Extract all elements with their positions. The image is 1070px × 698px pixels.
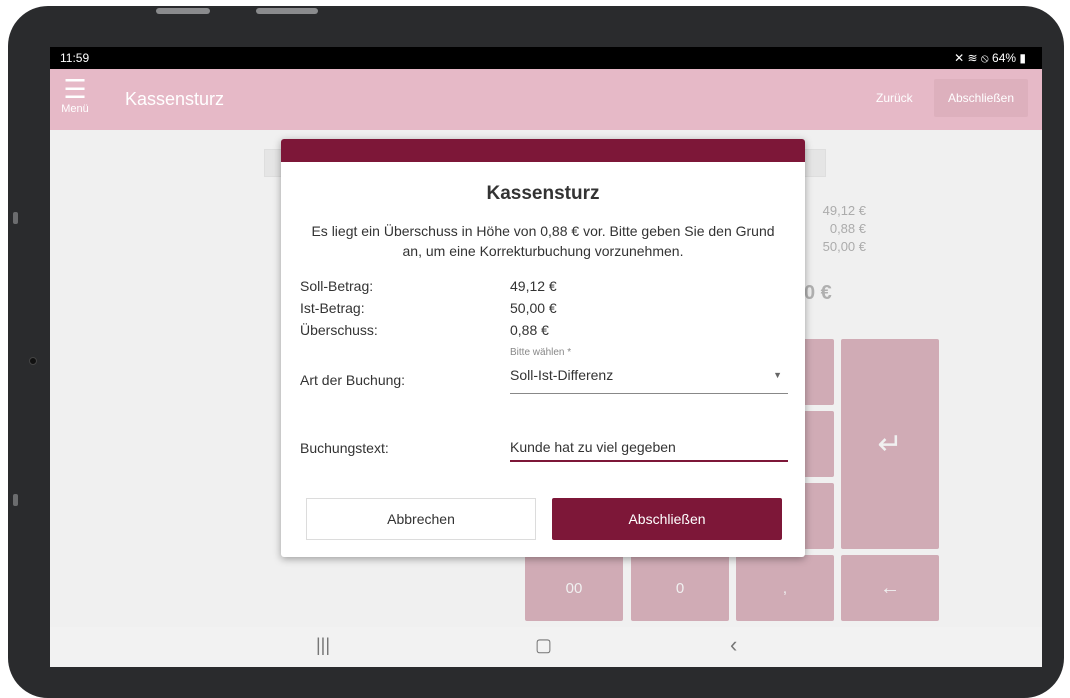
dialog-header-bar (281, 139, 805, 162)
dropdown-arrow-icon: ▼ (773, 370, 782, 380)
app-bar: ☰ Menü Kassensturz Zurück Abschließen (50, 69, 1042, 130)
dialog-title: Kassensturz (486, 183, 600, 204)
home-icon[interactable]: ▢ (535, 635, 552, 656)
ist-label: Ist-Betrag: (300, 300, 365, 316)
cancel-button[interactable]: Abbrechen (306, 498, 536, 540)
battery-level: 64% (992, 51, 1017, 65)
confirm-button[interactable]: Abschließen (552, 498, 782, 540)
booking-type-value: Soll-Ist-Differenz (510, 367, 614, 383)
side-button (13, 494, 18, 506)
booking-type-hint: Bitte wählen * (510, 347, 572, 358)
status-time: 11:59 (60, 51, 90, 65)
surplus-label: Überschuss: (300, 322, 378, 338)
screen: 11:59 ✕ ≋ ⦸ 64% ▮ ☰ Menü Kassensturz Zur… (50, 47, 1042, 667)
correction-dialog: Kassensturz Es liegt ein Überschuss in H… (281, 139, 805, 557)
soll-label: Soll-Betrag: (300, 278, 374, 294)
back-icon[interactable]: ‹ (730, 632, 737, 658)
ist-value: 50,00 € (510, 300, 557, 316)
dialog-message: Es liegt ein Überschuss in Höhe von 0,88… (311, 223, 775, 259)
status-icons-glyphs: ✕ ≋ ⦸ (954, 51, 989, 65)
status-icons: ✕ ≋ ⦸ 64% ▮ (954, 51, 1026, 66)
battery-icon: ▮ (1019, 51, 1026, 65)
side-button (13, 212, 18, 224)
booking-text-input[interactable] (510, 433, 788, 462)
soll-value: 49,12 € (510, 278, 557, 294)
hamburger-icon: ☰ (63, 74, 87, 104)
booking-type-label: Art der Buchung: (300, 372, 406, 388)
status-bar: 11:59 ✕ ≋ ⦸ 64% ▮ (50, 47, 1042, 69)
power-button (256, 8, 318, 14)
menu-button[interactable]: ☰ Menü (58, 75, 92, 123)
system-nav-bar: ||| ▢ ‹ (50, 627, 1042, 667)
surplus-value: 0,88 € (510, 322, 549, 338)
back-button[interactable]: Zurück (876, 91, 913, 105)
volume-button (156, 8, 210, 14)
camera-icon (29, 357, 37, 365)
finish-button-top[interactable]: Abschließen (934, 79, 1028, 117)
menu-label: Menü (61, 103, 89, 115)
booking-type-select[interactable]: Soll-Ist-Differenz ▼ (510, 361, 788, 394)
booking-text-label: Buchungstext: (300, 440, 389, 456)
recents-icon[interactable]: ||| (316, 635, 330, 656)
page-title: Kassensturz (125, 89, 225, 109)
